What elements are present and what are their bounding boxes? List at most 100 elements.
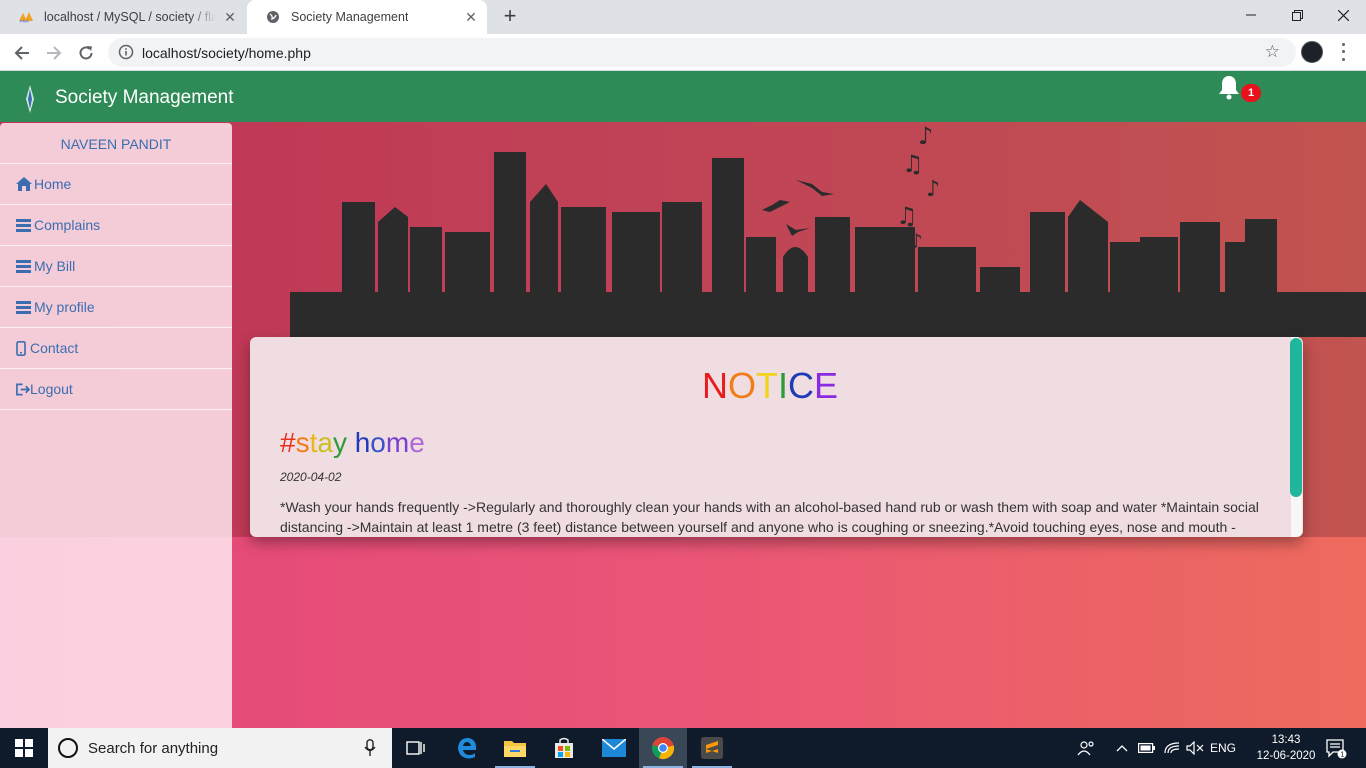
phpmyadmin-favicon-icon: PMA [18, 9, 34, 25]
sidebar-item-home[interactable]: Home [0, 164, 232, 205]
new-tab-button[interactable]: + [498, 5, 522, 29]
notice-title-letter: N [701, 365, 728, 406]
windows-taskbar: Search for anything ENG 13:43 12-06-2020… [0, 728, 1366, 768]
sidebar-item-my-profile[interactable]: My profile [0, 287, 232, 328]
windows-logo-icon [15, 739, 33, 757]
notice-heading-char: # [280, 427, 296, 458]
notice-title-letter: E [814, 365, 839, 406]
svg-text:♫: ♫ [902, 150, 924, 178]
chrome-icon [652, 737, 675, 760]
task-view-button[interactable] [392, 728, 440, 768]
info-icon[interactable] [118, 44, 134, 65]
notification-count-badge: 1 [1241, 84, 1261, 102]
notice-heading-char: m [385, 427, 410, 458]
forward-button[interactable] [40, 39, 68, 67]
minimize-icon [1246, 14, 1256, 16]
sidebar-item-label: Home [34, 176, 72, 192]
sidebar-item-label: Logout [30, 381, 73, 397]
notice-heading-char [347, 427, 355, 458]
close-tab-icon[interactable]: ✕ [222, 9, 238, 25]
store-bag-icon [555, 737, 573, 758]
taskbar-chrome[interactable] [639, 728, 687, 768]
minimize-button[interactable] [1228, 0, 1274, 30]
notice-heading-char: h [354, 427, 371, 458]
language-indicator[interactable]: ENG [1208, 728, 1238, 768]
action-center-icon: 1 [1326, 739, 1347, 759]
notice-title: NOTICE [250, 365, 1290, 407]
notice-heading-char: a [317, 427, 333, 458]
sidebar-item-logout[interactable]: Logout [0, 369, 232, 410]
list-icon [16, 218, 34, 232]
action-center-button[interactable]: 1 [1320, 728, 1352, 768]
back-button[interactable] [8, 39, 36, 67]
tab-title: localhost / MySQL / society / flat [44, 10, 216, 24]
taskbar-file-explorer[interactable] [491, 728, 539, 768]
list-icon [16, 259, 34, 273]
tab-society-management[interactable]: Society Management ✕ [247, 0, 487, 34]
reload-button[interactable] [72, 39, 100, 67]
taskbar-mail[interactable] [590, 728, 638, 768]
notice-heading-char: o [370, 427, 386, 458]
close-tab-icon[interactable]: ✕ [463, 9, 479, 25]
notice-title-letter: T [755, 365, 778, 406]
sublime-text-icon [701, 737, 723, 759]
tab-phpmyadmin[interactable]: PMA localhost / MySQL / society / flat ✕ [0, 0, 246, 34]
notification-bell-icon[interactable] [1216, 74, 1242, 105]
svg-text:♪: ♪ [910, 229, 923, 253]
notice-title-letter: I [777, 365, 788, 406]
mail-icon [602, 739, 626, 757]
browser-menu-icon[interactable] [1336, 41, 1350, 63]
sidebar-item-my-bill[interactable]: My Bill [0, 246, 232, 287]
close-icon [1337, 9, 1349, 21]
cortana-icon [58, 738, 78, 758]
url-text: localhost/society/home.php [142, 45, 311, 61]
sidebar-item-label: Complains [34, 217, 101, 233]
sidebar-item-label: Contact [30, 340, 79, 356]
globe-icon [265, 9, 281, 25]
list-icon [16, 300, 34, 314]
bookmark-star-icon[interactable]: ☆ [1265, 42, 1280, 62]
sidebar: NAVEEN PANDIT Home Complains My Bill My … [0, 123, 232, 728]
sidebar-item-contact[interactable]: Contact [0, 328, 232, 369]
svg-text:♪: ♪ [926, 177, 940, 202]
tab-title: Society Management [291, 10, 409, 24]
taskbar-search-placeholder: Search for anything [88, 740, 219, 757]
notice-body: *Wash your hands frequently ->Regularly … [280, 499, 1259, 535]
notice-scrollbar-thumb[interactable] [1290, 338, 1302, 497]
reload-icon [79, 46, 93, 60]
svg-text:♫: ♫ [896, 202, 918, 230]
close-window-button[interactable] [1320, 0, 1366, 30]
edge-browser-icon [458, 738, 477, 759]
restore-button[interactable] [1274, 0, 1320, 30]
brand-title[interactable]: Society Management [55, 87, 234, 109]
notice-heading: #stay home [280, 427, 425, 459]
taskbar-search-box[interactable]: Search for anything [48, 728, 392, 768]
notice-heading-char: s [295, 427, 310, 458]
taskbar-clock[interactable]: 13:43 12-06-2020 [1252, 732, 1320, 764]
clock-date: 12-06-2020 [1256, 750, 1316, 762]
notice-title-letter: O [727, 365, 756, 406]
notice-card: NOTICE #stay home 2020-04-02 *Wash your … [250, 337, 1303, 537]
browser-tab-strip: PMA localhost / MySQL / society / flat ✕… [0, 0, 1366, 34]
show-hidden-icons-chevron-icon[interactable] [1113, 728, 1131, 768]
notice-title-letter: C [788, 365, 814, 406]
taskbar-edge[interactable] [443, 728, 491, 768]
compass-logo-icon[interactable] [22, 85, 38, 118]
profile-avatar[interactable] [1301, 41, 1323, 63]
sidebar-item-complains[interactable]: Complains [0, 205, 232, 246]
battery-icon[interactable] [1136, 728, 1158, 768]
taskbar-store[interactable] [540, 728, 588, 768]
wifi-icon[interactable] [1161, 728, 1183, 768]
taskbar-sublime-text[interactable] [688, 728, 736, 768]
microphone-icon[interactable] [364, 739, 376, 762]
home-icon [16, 177, 34, 191]
volume-muted-icon[interactable] [1184, 728, 1206, 768]
forward-arrow-icon [47, 46, 62, 60]
people-icon[interactable] [1075, 728, 1097, 768]
folder-icon [504, 741, 526, 757]
start-button[interactable] [0, 728, 48, 768]
address-bar[interactable]: localhost/society/home.php ☆ [108, 38, 1296, 67]
action-center-count: 1 [1340, 752, 1344, 759]
svg-text:PMA: PMA [20, 19, 29, 24]
browser-toolbar: localhost/society/home.php ☆ [0, 34, 1366, 71]
